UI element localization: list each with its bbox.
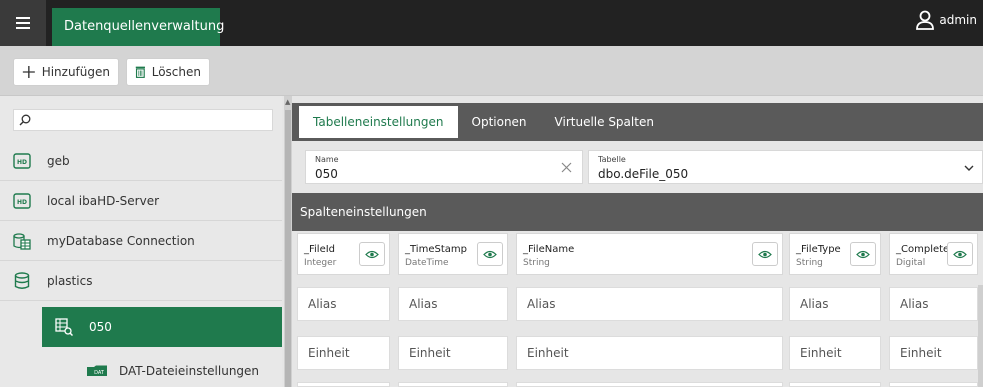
eye-icon	[953, 250, 967, 258]
search-input[interactable]	[13, 109, 273, 131]
content-scrollbar[interactable]	[978, 285, 983, 387]
column-header-timestamp: _TimeStamp DateTime	[398, 233, 508, 275]
sidebar-item-geb[interactable]: HD geb	[0, 141, 282, 181]
name-field[interactable]: Name 050	[305, 150, 583, 184]
table-select[interactable]: Tabelle dbo.deFile_050	[588, 150, 983, 184]
column-name: _Complete	[896, 244, 950, 255]
unit-input[interactable]: Einheit	[516, 336, 783, 370]
column-header-complete: _Complete Digital	[889, 233, 978, 275]
alias-input[interactable]: Alias	[297, 287, 390, 321]
app-title: Datenquellenverwaltung	[52, 8, 224, 46]
table-select-value: dbo.deFile_050	[598, 167, 689, 181]
column-header-filename: _FileName String	[516, 233, 783, 275]
alias-input[interactable]: Alias	[398, 287, 508, 321]
sidebar-item-label: local ibaHD-Server	[47, 193, 160, 208]
visibility-toggle[interactable]	[359, 242, 385, 266]
column-type: String	[796, 258, 823, 268]
svg-text:HD: HD	[17, 159, 27, 166]
scroll-up-icon[interactable]: ▲	[285, 98, 290, 106]
unit-input[interactable]: Einheit	[297, 336, 390, 370]
add-button-label: Hinzufügen	[41, 65, 110, 79]
sidebar-item-050[interactable]: 050	[42, 307, 282, 347]
alias-input[interactable]: Alias	[889, 287, 978, 321]
svg-text:HD: HD	[17, 199, 27, 206]
sidebar-item-label: geb	[47, 153, 70, 168]
sidebar-item-mydatabase-connection[interactable]: myDatabase Connection	[0, 221, 282, 261]
column-type: DateTime	[405, 258, 449, 268]
user-icon	[916, 10, 935, 30]
sidebar: HD geb HD local ibaHD-Server myDatabase …	[0, 96, 282, 387]
eye-icon	[758, 250, 772, 258]
tab-optionen[interactable]: Optionen	[458, 103, 541, 141]
column-name: _FileId	[304, 244, 336, 255]
scrollbar-thumb[interactable]	[285, 110, 291, 387]
unit-input[interactable]: Einheit	[889, 336, 978, 370]
sidebar-scrollbar[interactable]: ▲	[284, 96, 292, 387]
name-field-value: 050	[315, 167, 338, 181]
visibility-toggle[interactable]	[947, 242, 973, 266]
next-row-cell[interactable]	[889, 382, 978, 387]
table-search-icon	[53, 318, 75, 336]
hd-server-icon: HD	[11, 192, 33, 209]
delete-button[interactable]: Löschen	[126, 58, 210, 86]
add-button[interactable]: Hinzufügen	[13, 58, 119, 86]
search-icon	[19, 114, 31, 126]
tab-tabelleneinstellungen[interactable]: Tabelleneinstellungen	[299, 106, 458, 138]
table-select-label: Tabelle	[598, 155, 626, 164]
user-name: admin	[939, 13, 977, 27]
eye-icon	[483, 250, 497, 258]
column-type: Digital	[896, 258, 926, 268]
plus-icon	[22, 66, 35, 78]
chevron-down-icon[interactable]	[964, 165, 974, 172]
visibility-toggle[interactable]	[850, 242, 876, 266]
column-name: _TimeStamp	[405, 244, 467, 255]
column-header-filetype: _FileType String	[789, 233, 881, 275]
trash-icon	[135, 66, 145, 78]
column-header-fileid: _FileId Integer	[297, 233, 390, 275]
next-row-cell[interactable]	[789, 382, 881, 387]
sidebar-item-label: myDatabase Connection	[47, 233, 195, 248]
next-row-cell[interactable]	[516, 382, 783, 387]
database-table-icon	[11, 232, 33, 250]
menu-icon[interactable]	[0, 0, 46, 46]
sidebar-item-label: 050	[89, 320, 112, 334]
column-name: _FileType	[796, 244, 841, 255]
top-bar: Datenquellenverwaltung admin	[0, 0, 983, 46]
delete-button-label: Löschen	[151, 65, 201, 79]
next-row-cell[interactable]	[398, 382, 508, 387]
sidebar-item-label: plastics	[47, 273, 93, 288]
hd-server-icon: HD	[11, 152, 33, 169]
sidebar-item-dat-dateieinstellungen[interactable]: DAT DAT-Dateieinstellungen	[85, 351, 282, 387]
user-menu[interactable]: admin	[915, 10, 977, 30]
sidebar-item-plastics[interactable]: plastics	[0, 261, 282, 301]
name-field-label: Name	[315, 155, 339, 164]
column-type: String	[523, 258, 550, 268]
toolbar: Hinzufügen Löschen	[0, 46, 983, 96]
svg-text:DAT: DAT	[94, 370, 105, 376]
eye-icon	[856, 250, 870, 258]
eye-icon	[365, 250, 379, 258]
column-type: Integer	[304, 258, 337, 268]
alias-input[interactable]: Alias	[516, 287, 783, 321]
database-icon	[11, 271, 33, 290]
tab-virtuelle-spalten[interactable]: Virtuelle Spalten	[541, 103, 668, 141]
next-row-cell[interactable]	[297, 382, 390, 387]
unit-input[interactable]: Einheit	[789, 336, 881, 370]
section-header: Spalteneinstellungen	[292, 193, 983, 231]
sidebar-item-label: DAT-Dateieinstellungen	[119, 364, 260, 378]
sidebar-item-local-ibahd-server[interactable]: HD local ibaHD-Server	[0, 181, 282, 221]
visibility-toggle[interactable]	[477, 242, 503, 266]
visibility-toggle[interactable]	[752, 242, 778, 266]
clear-icon[interactable]	[561, 162, 572, 173]
dat-folder-icon: DAT	[85, 365, 109, 377]
tab-bar: Tabelleneinstellungen Optionen Virtuelle…	[292, 103, 983, 141]
alias-input[interactable]: Alias	[789, 287, 881, 321]
unit-input[interactable]: Einheit	[398, 336, 508, 370]
column-name: _FileName	[523, 244, 575, 255]
